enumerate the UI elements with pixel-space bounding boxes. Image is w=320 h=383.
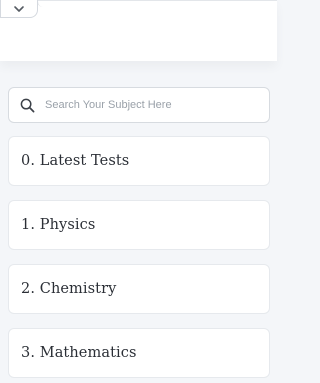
subject-label: 0. Latest Tests <box>21 153 130 169</box>
search-icon <box>19 97 35 113</box>
subject-label: 3. Mathematics <box>21 345 137 361</box>
subject-label: 2. Chemistry <box>21 281 117 297</box>
search-field[interactable] <box>8 87 270 123</box>
collapse-toggle-button[interactable] <box>0 0 38 18</box>
header-divider <box>37 1 278 7</box>
subject-item-chemistry[interactable]: 2. Chemistry <box>8 264 270 314</box>
chevron-down-icon <box>13 5 25 13</box>
subject-item-physics[interactable]: 1. Physics <box>8 200 270 250</box>
search-input[interactable] <box>43 98 257 112</box>
subject-item-latest-tests[interactable]: 0. Latest Tests <box>8 136 270 186</box>
subject-item-mathematics[interactable]: 3. Mathematics <box>8 328 270 378</box>
subject-label: 1. Physics <box>21 217 96 233</box>
header-bar <box>0 0 277 61</box>
